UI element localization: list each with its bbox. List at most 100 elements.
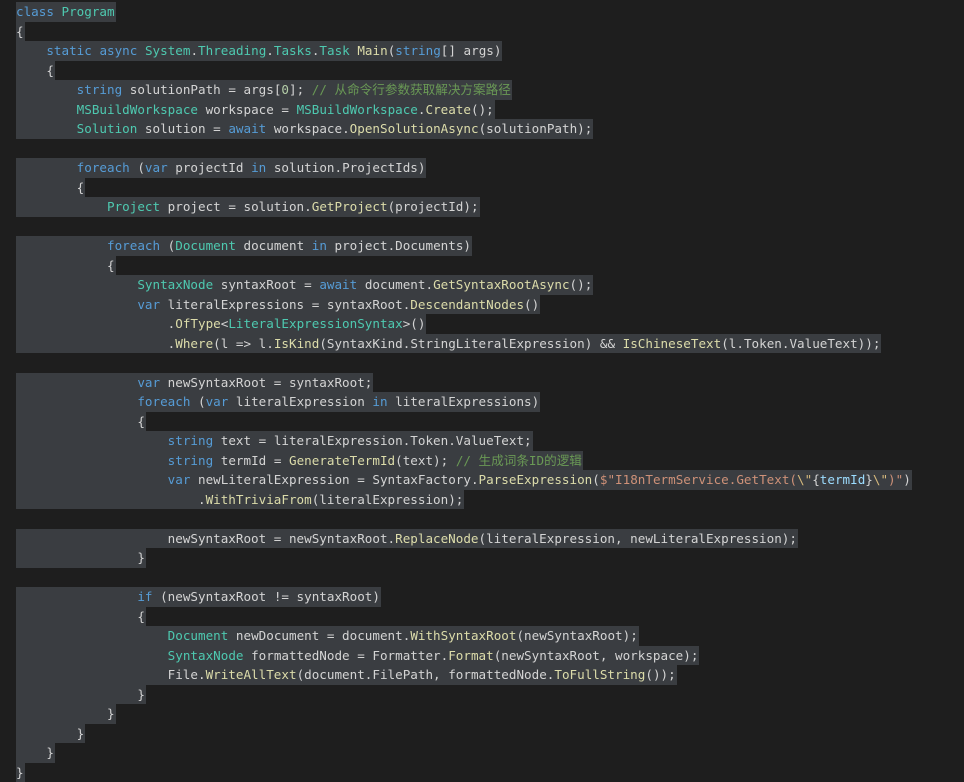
code-token: }: [865, 472, 873, 487]
code-line[interactable]: }: [0, 724, 964, 744]
code-line[interactable]: Document newDocument = document.WithSynt…: [0, 626, 964, 646]
code-token: (document.FilePath, formattedNode.: [297, 667, 555, 682]
code-token: WithTriviaFrom: [206, 492, 312, 507]
code-token: [16, 199, 107, 214]
code-token: [16, 43, 46, 58]
code-line[interactable]: foreach (Document document in project.Do…: [0, 236, 964, 256]
code-token: DescendantNodes: [410, 297, 524, 312]
code-line[interactable]: }: [0, 685, 964, 705]
code-line[interactable]: foreach (var literalExpression in litera…: [0, 392, 964, 412]
code-line[interactable]: .WithTriviaFrom(literalExpression);: [0, 490, 964, 510]
code-line-highlight: MSBuildWorkspace workspace = MSBuildWork…: [16, 100, 495, 120]
code-line[interactable]: [0, 568, 964, 588]
code-line[interactable]: }: [0, 704, 964, 724]
code-line[interactable]: var newSyntaxRoot = syntaxRoot;: [0, 373, 964, 393]
code-line[interactable]: foreach (var projectId in solution.Proje…: [0, 158, 964, 178]
code-line[interactable]: SyntaxNode formattedNode = Formatter.For…: [0, 646, 964, 666]
code-token: OfType: [175, 316, 221, 331]
code-line[interactable]: newSyntaxRoot = newSyntaxRoot.ReplaceNod…: [0, 529, 964, 549]
code-token: .: [266, 43, 274, 58]
code-token: solution =: [137, 121, 228, 136]
code-token: GenerateTermId: [289, 453, 395, 468]
code-line[interactable]: var newLiteralExpression = SyntaxFactory…: [0, 470, 964, 490]
code-token: ToFullString: [554, 667, 645, 682]
code-line[interactable]: MSBuildWorkspace workspace = MSBuildWork…: [0, 100, 964, 120]
code-line[interactable]: string termId = GenerateTermId(text); //…: [0, 451, 964, 471]
code-token: WithSyntaxRoot: [410, 628, 516, 643]
code-token: Main: [357, 43, 387, 58]
code-line[interactable]: }: [0, 743, 964, 763]
code-token: I18nTermService.GetText(: [615, 472, 797, 487]
code-line-highlight: string solutionPath = args[0]; // 从命令行参数…: [16, 80, 512, 100]
code-line-highlight: {: [16, 412, 146, 432]
code-line[interactable]: {: [0, 412, 964, 432]
code-line[interactable]: string solutionPath = args[0]; // 从命令行参数…: [0, 80, 964, 100]
code-token: var: [137, 375, 160, 390]
code-token: solution.ProjectIds): [266, 160, 425, 175]
code-token: class: [16, 4, 62, 19]
code-line[interactable]: [0, 139, 964, 159]
code-editor-surface[interactable]: class Program{ static async System.Threa…: [0, 0, 964, 771]
code-line-highlight: }: [16, 685, 146, 705]
code-token: termId: [820, 472, 866, 487]
code-token: foreach: [77, 160, 130, 175]
code-token: {: [812, 472, 820, 487]
code-token: SyntaxNode: [168, 648, 244, 663]
code-token: var: [137, 297, 160, 312]
code-line-highlight: var newSyntaxRoot = syntaxRoot;: [16, 373, 373, 393]
code-token: in: [372, 394, 387, 409]
code-line[interactable]: class Program: [0, 2, 964, 22]
code-line[interactable]: Project project = solution.GetProject(pr…: [0, 197, 964, 217]
code-line[interactable]: .Where(l => l.IsKind(SyntaxKind.StringLi…: [0, 334, 964, 354]
code-token: // 生成词条ID的逻辑: [456, 453, 582, 468]
code-line[interactable]: string text = literalExpression.Token.Va…: [0, 431, 964, 451]
code-line[interactable]: if (newSyntaxRoot != syntaxRoot): [0, 587, 964, 607]
code-line[interactable]: Solution solution = await workspace.Open…: [0, 119, 964, 139]
code-token: [16, 238, 107, 253]
code-line[interactable]: var literalExpressions = syntaxRoot.Desc…: [0, 295, 964, 315]
code-line-highlight: string termId = GenerateTermId(text); //…: [16, 451, 583, 471]
code-token: $": [600, 472, 615, 487]
code-line[interactable]: {: [0, 22, 964, 42]
code-token: (: [160, 238, 175, 253]
code-token: Program: [62, 4, 115, 19]
code-token: ();: [471, 102, 494, 117]
code-line[interactable]: [0, 353, 964, 373]
code-token: foreach: [137, 394, 190, 409]
code-line[interactable]: File.WriteAllText(document.FilePath, for…: [0, 665, 964, 685]
code-line-highlight: [16, 568, 25, 588]
code-line[interactable]: {: [0, 61, 964, 81]
code-line-highlight: .WithTriviaFrom(literalExpression);: [16, 490, 464, 510]
code-token: OpenSolutionAsync: [350, 121, 479, 136]
code-token: File.: [16, 667, 206, 682]
code-token: .: [190, 43, 198, 58]
code-token: [16, 472, 168, 487]
code-line[interactable]: [0, 217, 964, 237]
code-token: document.: [357, 277, 433, 292]
code-line[interactable]: {: [0, 256, 964, 276]
code-line[interactable]: static async System.Threading.Tasks.Task…: [0, 41, 964, 61]
code-token: (: [592, 472, 600, 487]
code-token: ParseExpression: [479, 472, 593, 487]
code-line[interactable]: SyntaxNode syntaxRoot = await document.G…: [0, 275, 964, 295]
code-token: [16, 648, 168, 663]
code-token: in: [251, 160, 266, 175]
code-token: formattedNode = Formatter.: [243, 648, 448, 663]
code-token: MSBuildWorkspace: [77, 102, 198, 117]
code-line[interactable]: {: [0, 178, 964, 198]
code-token: Threading: [198, 43, 266, 58]
code-line[interactable]: [0, 509, 964, 529]
code-token: {: [16, 414, 145, 429]
code-token: (: [130, 160, 145, 175]
code-token: [16, 433, 168, 448]
code-token: solutionPath = args[: [122, 82, 281, 97]
code-line[interactable]: .OfType<LiteralExpressionSyntax>(): [0, 314, 964, 334]
code-line[interactable]: }: [0, 548, 964, 568]
code-line[interactable]: }: [0, 763, 964, 782]
code-token: literalExpression: [228, 394, 372, 409]
code-token: (literalExpression, newLiteralExpression…: [479, 531, 797, 546]
code-line-highlight: Solution solution = await workspace.Open…: [16, 119, 593, 139]
code-token: [16, 589, 137, 604]
code-line[interactable]: {: [0, 607, 964, 627]
code-token: }: [16, 765, 24, 780]
